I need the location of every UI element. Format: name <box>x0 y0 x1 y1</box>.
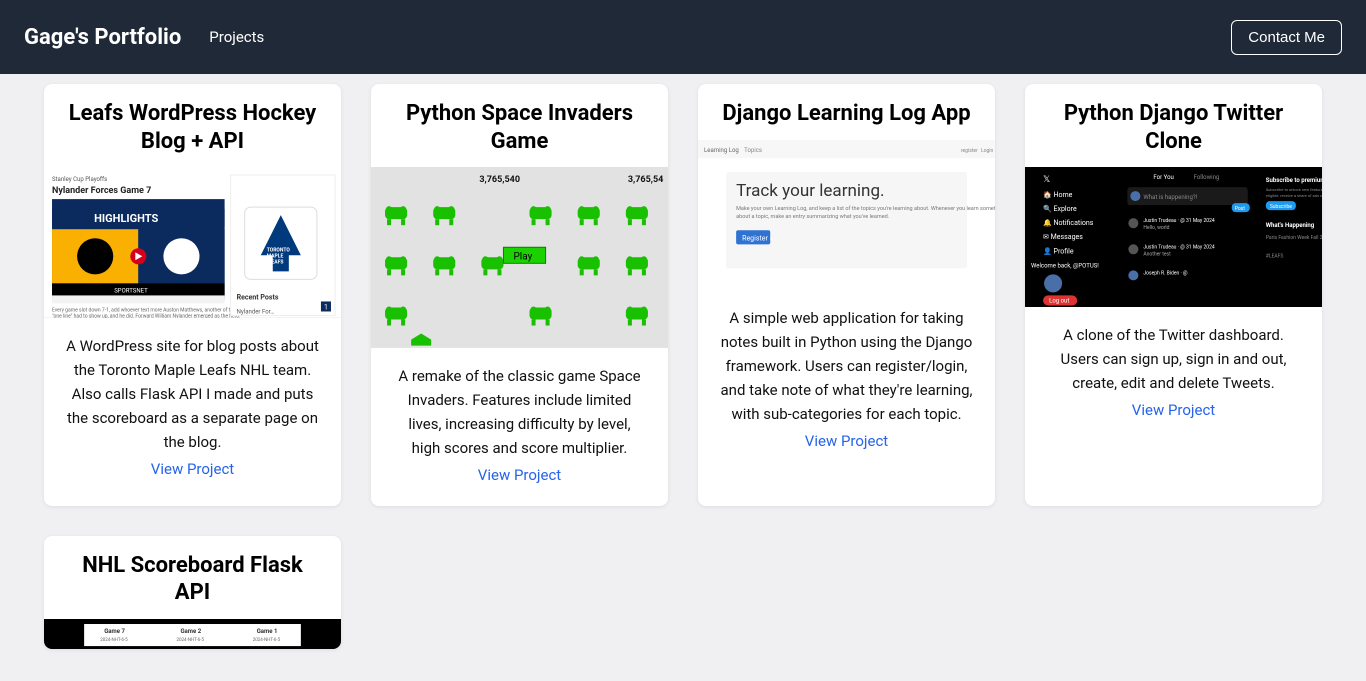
svg-text:Joseph R. Biden · @: Joseph R. Biden · @ <box>1143 270 1188 276</box>
project-description: A remake of the classic game Space Invad… <box>393 364 646 460</box>
svg-text:Hello, world: Hello, world <box>1143 225 1169 231</box>
svg-text:Subscribe to unlock new featur: Subscribe to unlock new features and if <box>1266 187 1322 192</box>
project-card: Python Django Twitter Clone 𝕏 🏠 Home 🔍 E… <box>1025 84 1322 506</box>
svg-text:Login: Login <box>981 148 994 154</box>
project-card: NHL Scoreboard Flask API Game 7 Game 2 G… <box>44 536 341 649</box>
project-description: A WordPress site for blog posts about th… <box>66 334 319 454</box>
svg-text:Recent Posts: Recent Posts <box>237 292 279 301</box>
project-title: Python Space Invaders Game <box>371 84 668 167</box>
svg-text:Paris Fashion Week Fall 2024: Paris Fashion Week Fall 2024 <box>1266 235 1322 241</box>
svg-text:🔍 Explore: 🔍 Explore <box>1043 204 1077 213</box>
projects-grid: Leafs WordPress Hockey Blog + API Stanle… <box>0 74 1366 681</box>
svg-text:3,765,54: 3,765,54 <box>628 175 663 185</box>
svg-text:What is happening?!: What is happening?! <box>1143 194 1197 201</box>
brand-link[interactable]: Gage's Portfolio <box>24 25 181 50</box>
svg-text:Make your own Learning Log, an: Make your own Learning Log, and keep a l… <box>736 205 995 212</box>
svg-text:3,765,540: 3,765,540 <box>479 175 520 185</box>
project-description: A clone of the Twitter dashboard. Users … <box>1047 323 1300 395</box>
navbar: Gage's Portfolio Projects Contact Me <box>0 0 1366 74</box>
svg-text:Log out: Log out <box>1049 297 1069 304</box>
svg-text:Track your learning.: Track your learning. <box>736 181 884 201</box>
project-body: A WordPress site for blog posts about th… <box>44 318 341 500</box>
project-thumbnail: 3,765,540 3,765,54 <box>371 167 668 348</box>
svg-text:Play: Play <box>513 251 532 262</box>
svg-text:Nylander For…: Nylander For… <box>237 308 275 315</box>
project-body: A remake of the classic game Space Invad… <box>371 348 668 506</box>
svg-text:Stanley Cup Playoffs: Stanley Cup Playoffs <box>52 176 107 183</box>
svg-text:Topics: Topics <box>744 147 762 154</box>
view-project-link[interactable]: View Project <box>1132 401 1215 419</box>
svg-text:HIGHLIGHTS: HIGHLIGHTS <box>94 212 158 225</box>
svg-text:Subscribe: Subscribe <box>1270 204 1292 210</box>
contact-me-button[interactable]: Contact Me <box>1231 20 1342 55</box>
svg-text:LEAFS: LEAFS <box>269 259 284 265</box>
view-project-link[interactable]: View Project <box>805 432 888 450</box>
project-title: Django Learning Log App <box>698 84 995 140</box>
view-project-link[interactable]: View Project <box>151 460 234 478</box>
svg-text:about a topic, make an entry s: about a topic, make an entry summarizing… <box>736 214 889 220</box>
project-body: A simple web application for taking note… <box>698 290 995 472</box>
project-body: A clone of the Twitter dashboard. Users … <box>1025 307 1322 441</box>
svg-text:2024-NHT-6-5: 2024-NHT-6-5 <box>253 637 281 643</box>
svg-text:eligible, receive a share of a: eligible, receive a share of ads revenue <box>1266 193 1322 198</box>
svg-text:#LEAFS: #LEAFS <box>1266 253 1284 259</box>
svg-text:Post: Post <box>1235 206 1246 212</box>
svg-text:Justin Trudeau · @ 31 May 2024: Justin Trudeau · @ 31 May 2024 <box>1143 244 1215 250</box>
project-title: Leafs WordPress Hockey Blog + API <box>44 84 341 167</box>
svg-text:Another test: Another test <box>1143 251 1171 257</box>
project-description: A simple web application for taking note… <box>720 306 973 426</box>
project-thumbnail: Stanley Cup Playoffs Nylander Forces Gam… <box>44 167 341 318</box>
project-card: Django Learning Log App Learning Log Top… <box>698 84 995 506</box>
project-title: NHL Scoreboard Flask API <box>44 536 341 619</box>
project-thumbnail: 𝕏 🏠 Home 🔍 Explore 🔔 Notifications ✉ Mes… <box>1025 167 1322 307</box>
svg-text:𝕏: 𝕏 <box>1043 175 1050 185</box>
nav-left: Gage's Portfolio Projects <box>24 25 264 50</box>
svg-text:Welcome back, @POTUS!: Welcome back, @POTUS! <box>1031 262 1099 269</box>
svg-text:For You: For You <box>1153 174 1173 181</box>
project-thumbnail: Learning Log Topics register Login Track… <box>698 140 995 291</box>
svg-text:Justin Trudeau · @ 31 May 2024: Justin Trudeau · @ 31 May 2024 <box>1143 218 1215 224</box>
svg-text:2024-NHT-6-5: 2024-NHT-6-5 <box>176 637 204 643</box>
svg-text:✉ Messages: ✉ Messages <box>1043 232 1083 241</box>
svg-text:Every game slot down 7-1, add: Every game slot down 7-1, add whoever te… <box>52 306 236 313</box>
project-card: Python Space Invaders Game 3,765,540 3,7… <box>371 84 668 506</box>
svg-text:🔔 Notifications: 🔔 Notifications <box>1043 218 1094 227</box>
svg-text:2024-NHT-6-5: 2024-NHT-6-5 <box>100 637 128 643</box>
view-project-link[interactable]: View Project <box>478 466 561 484</box>
project-title: Python Django Twitter Clone <box>1025 84 1322 167</box>
svg-text:What's Happening: What's Happening <box>1266 222 1315 229</box>
svg-text:👤 Profile: 👤 Profile <box>1043 246 1074 255</box>
svg-text:SPORTSNET: SPORTSNET <box>114 287 148 294</box>
svg-text:Subscribe to premium: Subscribe to premium <box>1266 177 1322 184</box>
nav-projects-link[interactable]: Projects <box>209 28 264 46</box>
svg-text:register: register <box>961 148 978 154</box>
svg-text:1: 1 <box>324 302 328 311</box>
svg-text:Learning Log: Learning Log <box>704 147 739 154</box>
svg-text:Following: Following <box>1194 174 1220 181</box>
project-card: Leafs WordPress Hockey Blog + API Stanle… <box>44 84 341 506</box>
svg-text:Register »: Register » <box>742 233 773 242</box>
svg-text:Nylander Forces Game 7: Nylander Forces Game 7 <box>52 186 151 196</box>
svg-text:🏠 Home: 🏠 Home <box>1043 190 1073 199</box>
